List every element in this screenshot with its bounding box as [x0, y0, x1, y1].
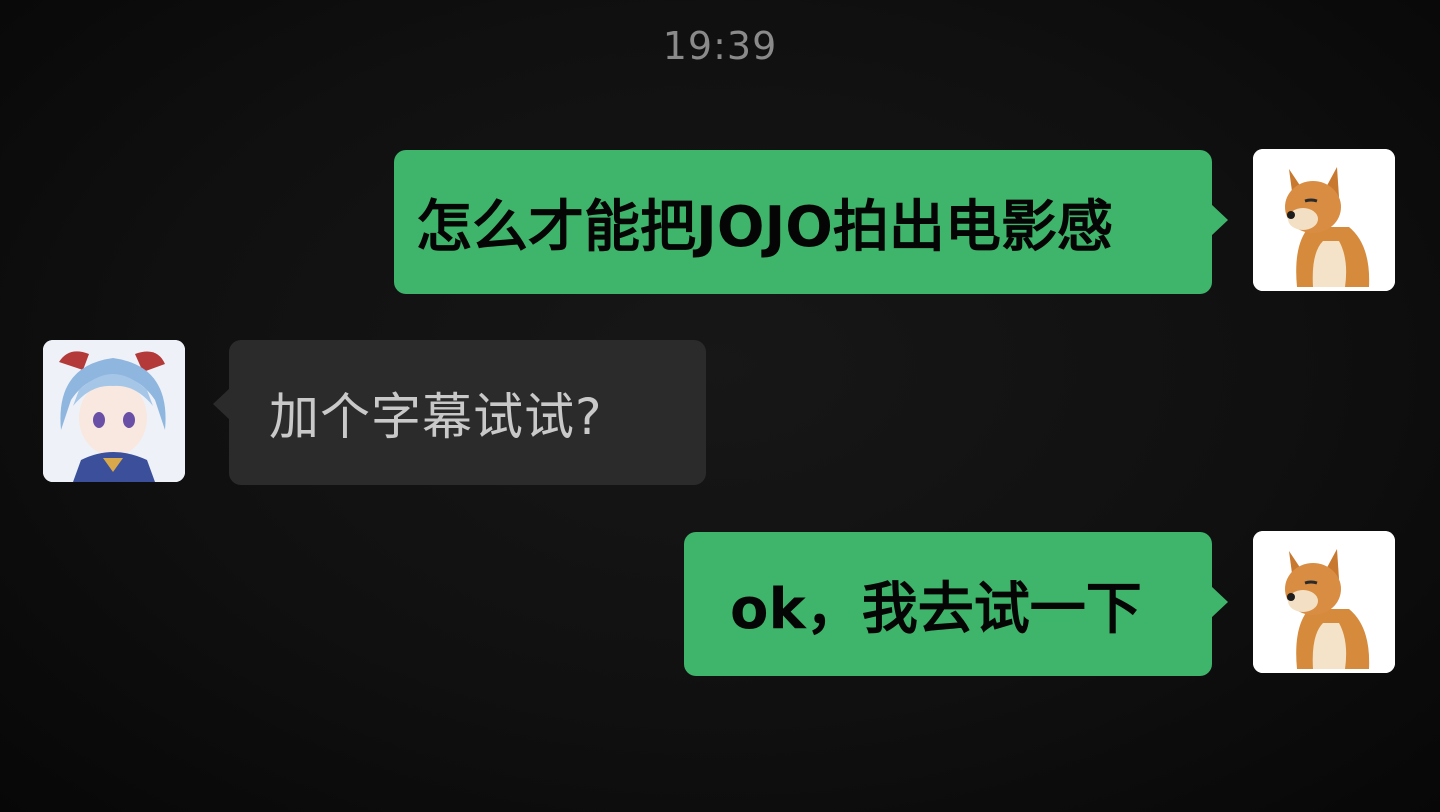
- chat-screen: 19:39 怎么才能把JOJO拍出电影感 加个字幕试试? ok，我去试一下: [0, 0, 1440, 812]
- shiba-dog-avatar-icon[interactable]: [1253, 531, 1395, 673]
- message-timestamp: 19:39: [662, 24, 778, 68]
- message-text: 怎么才能把JOJO拍出电影感: [416, 194, 1113, 260]
- message-text: 加个字幕试试?: [269, 387, 603, 446]
- incoming-message-bubble[interactable]: 加个字幕试试?: [213, 340, 706, 485]
- message-text: ok，我去试一下: [730, 576, 1142, 642]
- outgoing-message-bubble[interactable]: ok，我去试一下: [684, 532, 1228, 676]
- anime-girl-avatar-icon[interactable]: [43, 340, 185, 482]
- shiba-dog-avatar-icon[interactable]: [1253, 149, 1395, 291]
- outgoing-message-bubble[interactable]: 怎么才能把JOJO拍出电影感: [394, 150, 1228, 294]
